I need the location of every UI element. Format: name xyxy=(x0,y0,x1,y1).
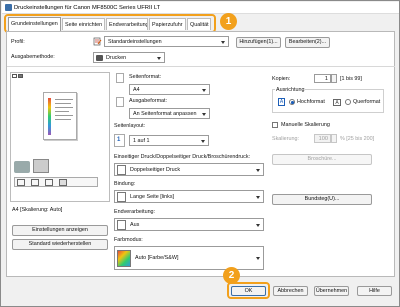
color-mode-icon xyxy=(117,250,131,267)
portrait-radio[interactable] xyxy=(289,99,295,105)
stack-icon xyxy=(33,159,49,173)
finishing-icon xyxy=(117,220,126,230)
preview-line xyxy=(55,107,73,108)
page-layout-value: 1 auf 1 xyxy=(133,138,150,144)
profile-icon xyxy=(93,37,102,46)
output-size-value: An Seitenformat anpassen xyxy=(133,111,197,117)
duplex-icon xyxy=(17,179,25,186)
preview-caption: A4 [Skalierung: Auto] xyxy=(12,207,63,213)
preview-line xyxy=(55,99,73,100)
copies-value: 1 xyxy=(324,76,328,82)
page-layout-dropdown[interactable]: 1 auf 1 xyxy=(129,135,209,146)
output-method-dropdown[interactable]: Drucken xyxy=(93,52,165,63)
restore-defaults-button[interactable]: Standard wiederherstellen xyxy=(12,239,108,250)
print-settings-window: Druckeinstellungen für Canon MF8500C Ser… xyxy=(0,0,400,307)
chevron-down-icon xyxy=(157,57,161,60)
landscape-label: Querformat xyxy=(353,99,381,105)
preview-graphic xyxy=(48,98,51,135)
binding-label: Bindung: xyxy=(114,181,136,187)
scaling-value: 100 xyxy=(318,136,328,142)
apply-button[interactable]: Übernehmen xyxy=(314,286,349,296)
scaling-field[interactable]: 100 xyxy=(314,134,331,143)
output-size-label: Ausgabeformat: xyxy=(129,98,168,104)
binding-icon xyxy=(117,192,126,202)
chevron-down-icon xyxy=(221,41,225,44)
preview-toggle-icon[interactable] xyxy=(12,74,17,78)
finishing-value: Aus xyxy=(130,222,140,228)
binding-icon xyxy=(31,179,39,186)
chevron-down-icon xyxy=(202,113,206,116)
landscape-radio[interactable] xyxy=(345,99,351,105)
preview-line xyxy=(55,119,71,120)
color-mode-value: Auto [Farbe/S&W] xyxy=(135,255,179,261)
help-button[interactable]: Hilfe xyxy=(357,286,392,296)
profile-value: Standardeinstellungen xyxy=(108,39,162,45)
orientation-label: Ausrichtung xyxy=(275,87,306,93)
chevron-down-icon xyxy=(256,224,260,227)
page-preview xyxy=(43,92,77,140)
preview-line xyxy=(55,115,73,116)
scaling-spinner[interactable] xyxy=(331,134,337,143)
copies-range: [1 bis 99] xyxy=(340,76,362,82)
printer-icon xyxy=(96,55,103,61)
add-profile-button[interactable]: Hinzufügen(1)... xyxy=(236,37,281,48)
ok-button[interactable]: OK xyxy=(231,286,266,296)
callout-1: 1 xyxy=(220,13,237,30)
color-mode-dropdown[interactable]: Auto [Farbe/S&W] xyxy=(114,246,264,270)
duplex-dropdown[interactable]: Doppelseitiger Druck xyxy=(114,163,264,176)
chevron-down-icon xyxy=(256,196,260,199)
finishing-label: Endverarbeitung: xyxy=(114,209,156,215)
binding-dropdown[interactable]: Lange Seite [links] xyxy=(114,190,264,203)
manual-scaling-label: Manuelle Skalierung xyxy=(281,122,330,128)
page-size-value: A4 xyxy=(133,87,140,93)
portrait-icon: A xyxy=(278,98,285,106)
preview-icon-strip xyxy=(14,177,98,187)
page-layout-label: Seitenlayout: xyxy=(114,123,146,129)
profile-dropdown[interactable]: Standardeinstellungen xyxy=(104,36,229,47)
duplex-icon xyxy=(117,165,126,175)
preview-line xyxy=(55,103,71,104)
finishing-icon xyxy=(45,179,53,186)
output-method-label: Ausgabemethode: xyxy=(11,54,55,60)
chevron-down-icon xyxy=(201,140,205,143)
duplex-label: Einseitiger Druck/Doppelseitiger Druck/B… xyxy=(114,154,251,160)
chevron-down-icon xyxy=(256,169,260,172)
edit-profile-button[interactable]: Bearbeiten(2)... xyxy=(285,37,330,48)
layout-icon: 1 xyxy=(114,134,125,147)
printer-icon xyxy=(5,4,12,11)
page-size-dropdown[interactable]: A4 xyxy=(129,84,210,95)
binding-value: Lange Seite [links] xyxy=(130,194,175,200)
output-method-value: Drucken xyxy=(106,55,127,61)
chevron-down-icon xyxy=(202,89,206,92)
color-mode-label: Farbmodus: xyxy=(114,237,143,243)
copies-spinner[interactable] xyxy=(331,74,337,83)
profile-label: Profil: xyxy=(11,39,25,45)
page-size-icon xyxy=(116,73,124,83)
finishing-dropdown[interactable]: Aus xyxy=(114,218,264,231)
scaling-range: % [25 bis 200] xyxy=(340,136,375,142)
scaling-label: Skalierung: xyxy=(272,136,299,142)
printer-icon xyxy=(14,161,30,173)
show-settings-button[interactable]: Einstellungen anzeigen xyxy=(12,225,108,236)
preview-toggle-icon[interactable] xyxy=(18,74,23,78)
output-size-dropdown[interactable]: An Seitenformat anpassen xyxy=(129,108,210,119)
duplex-value: Doppelseitiger Druck xyxy=(130,167,181,173)
page-size-label: Seitenformat: xyxy=(129,74,162,80)
title-bar: Druckeinstellungen für Canon MF8500C Ser… xyxy=(2,2,399,14)
copies-field[interactable]: 1 xyxy=(314,74,331,83)
landscape-icon: A xyxy=(333,99,341,106)
divider xyxy=(7,66,395,67)
cancel-button[interactable]: Abbrechen xyxy=(273,286,308,296)
binding-position-button[interactable]: Bundsteg(U)... xyxy=(272,194,372,205)
chevron-down-icon xyxy=(256,257,260,260)
color-icon xyxy=(59,179,67,186)
portrait-label: Hochformat xyxy=(297,99,325,105)
booklet-button[interactable]: Broschüre... xyxy=(272,154,372,165)
window-title: Druckeinstellungen für Canon MF8500C Ser… xyxy=(14,5,161,11)
copies-label: Kopien: xyxy=(272,76,291,82)
preview-line xyxy=(55,111,69,112)
manual-scaling-checkbox[interactable] xyxy=(272,122,278,128)
output-size-icon xyxy=(116,97,124,107)
